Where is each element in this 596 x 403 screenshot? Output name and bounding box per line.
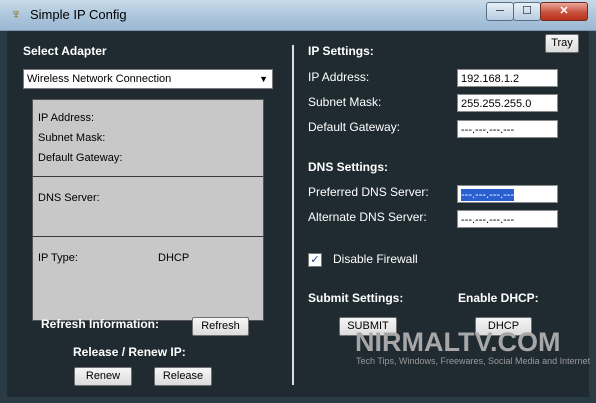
- info-ip-address-label: IP Address:: [38, 112, 95, 124]
- vertical-divider: [292, 45, 294, 385]
- info-dns-server-label: DNS Server:: [38, 192, 100, 204]
- minimize-button[interactable]: ─: [486, 2, 514, 21]
- release-button[interactable]: Release: [154, 367, 212, 386]
- watermark-brand: NIRMALTV.COM: [355, 327, 561, 357]
- disable-firewall-label: Disable Firewall: [333, 252, 418, 266]
- preferred-dns-field[interactable]: ---.---.---.---: [457, 185, 558, 203]
- release-renew-label: Release / Renew IP:: [73, 345, 186, 359]
- app-window: ♆ Simple IP Config ─ ☐ ✕ Select Adapter …: [0, 0, 596, 403]
- divider: [33, 236, 263, 237]
- preferred-dns-value: ---.---.---.---: [461, 189, 515, 201]
- alternate-dns-field[interactable]: ---.---.---.---: [457, 210, 558, 228]
- refresh-info-label: Refresh Information:: [41, 317, 160, 331]
- adapter-select[interactable]: Wireless Network Connection ▼: [23, 69, 273, 89]
- ip-settings-title: IP Settings:: [308, 44, 374, 58]
- tray-button[interactable]: Tray: [545, 34, 579, 53]
- preferred-dns-label: Preferred DNS Server:: [308, 185, 429, 199]
- window-title: Simple IP Config: [30, 7, 127, 22]
- default-gateway-field[interactable]: ---.---.---.---: [457, 120, 558, 138]
- info-default-gateway-label: Default Gateway:: [38, 152, 123, 164]
- app-icon: ♆: [10, 6, 22, 23]
- watermark-tagline: Tech Tips, Windows, Freewares, Social Me…: [356, 356, 591, 366]
- ip-address-field[interactable]: 192.168.1.2: [457, 69, 558, 87]
- divider: [33, 176, 263, 177]
- info-ip-type-label: IP Type:: [38, 252, 78, 264]
- subnet-mask-label: Subnet Mask:: [308, 95, 382, 109]
- refresh-button[interactable]: Refresh: [192, 317, 249, 336]
- close-button[interactable]: ✕: [540, 2, 588, 21]
- adapter-info-panel: IP Address: Subnet Mask: Default Gateway…: [32, 99, 264, 321]
- maximize-button[interactable]: ☐: [513, 2, 541, 21]
- default-gateway-label: Default Gateway:: [308, 120, 401, 134]
- subnet-mask-field[interactable]: 255.255.255.0: [457, 94, 558, 112]
- disable-firewall-checkbox[interactable]: ✓: [308, 253, 322, 267]
- select-adapter-label: Select Adapter: [23, 44, 107, 58]
- submit-settings-label: Submit Settings:: [308, 291, 404, 305]
- info-subnet-mask-label: Subnet Mask:: [38, 132, 106, 144]
- chevron-down-icon[interactable]: ▼: [259, 70, 268, 88]
- enable-dhcp-label: Enable DHCP:: [458, 291, 539, 305]
- ip-address-label: IP Address:: [308, 70, 370, 84]
- alternate-dns-label: Alternate DNS Server:: [308, 210, 427, 224]
- dns-settings-title: DNS Settings:: [308, 160, 389, 174]
- renew-button[interactable]: Renew: [74, 367, 132, 386]
- title-bar[interactable]: ♆ Simple IP Config ─ ☐ ✕: [0, 0, 596, 31]
- client-area: Select Adapter Wireless Network Connecti…: [7, 31, 591, 397]
- adapter-select-value: Wireless Network Connection: [27, 73, 172, 85]
- info-ip-type-value: DHCP: [158, 252, 190, 264]
